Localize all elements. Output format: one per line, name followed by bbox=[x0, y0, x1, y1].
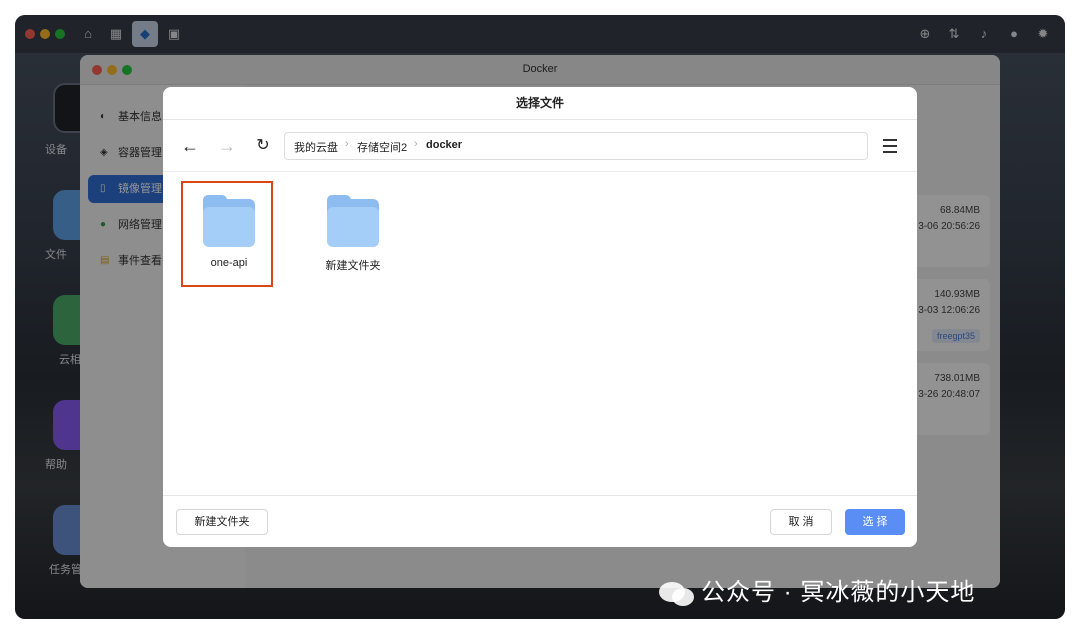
breadcrumb-current[interactable]: docker bbox=[426, 139, 462, 151]
watermark-text: 公众号 · 冥冰薇的小天地 bbox=[701, 579, 976, 606]
chevron-right-icon: › bbox=[345, 138, 349, 150]
cancel-button[interactable]: 取 消 bbox=[770, 509, 832, 535]
back-arrow-icon[interactable]: ← bbox=[178, 134, 202, 158]
chevron-right-icon: › bbox=[414, 138, 418, 150]
folder-item[interactable]: 新建文件夹 bbox=[307, 183, 399, 289]
breadcrumb: 我的云盘 › 存储空间2 › docker bbox=[284, 132, 868, 160]
file-picker-dialog: 选择文件 ← → ↻ 我的云盘 › 存储空间2 › docker one-api bbox=[163, 87, 917, 547]
watermark: 公众号 · 冥冰薇的小天地 bbox=[655, 575, 975, 611]
select-button[interactable]: 选 择 bbox=[845, 509, 905, 535]
folder-icon bbox=[203, 195, 255, 247]
refresh-icon[interactable]: ↻ bbox=[251, 134, 275, 158]
dialog-toolbar: ← → ↻ 我的云盘 › 存储空间2 › docker bbox=[163, 120, 917, 172]
file-grid: one-api 新建文件夹 bbox=[163, 173, 917, 495]
breadcrumb-item[interactable]: 我的云盘 bbox=[294, 139, 338, 155]
folder-item[interactable]: one-api bbox=[181, 181, 273, 287]
folder-icon bbox=[327, 195, 379, 247]
breadcrumb-item[interactable]: 存储空间2 bbox=[357, 139, 407, 155]
desktop: ⌂ ▦ ◆ ▣ ⊕ ⇅ ♪ ● ✹ 设备 文件 云相 帮助 任务管 Docker… bbox=[15, 15, 1065, 619]
list-view-icon[interactable] bbox=[881, 136, 901, 156]
dialog-title: 选择文件 bbox=[163, 87, 917, 120]
folder-name: 新建文件夹 bbox=[325, 260, 381, 272]
dialog-footer: 新建文件夹 取 消 选 择 bbox=[163, 495, 917, 547]
new-folder-button[interactable]: 新建文件夹 bbox=[176, 509, 268, 535]
forward-arrow-icon[interactable]: → bbox=[215, 134, 239, 158]
folder-name: one-api bbox=[210, 257, 248, 269]
